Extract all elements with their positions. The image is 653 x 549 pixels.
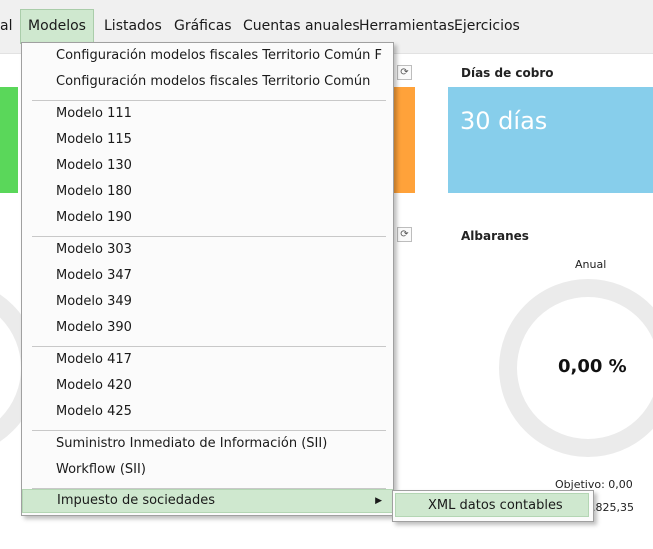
menu-listados[interactable]: Listados [104, 10, 162, 43]
menu-cuentas-anuales[interactable]: Cuentas anuales [243, 10, 360, 43]
albaranes-amount: .825,35 [592, 501, 634, 514]
menu-modelos[interactable]: Modelos [20, 9, 94, 44]
menu-herramientas[interactable]: Herramientas [359, 10, 454, 43]
menu-item-modelo-115[interactable]: Modelo 115 [22, 127, 393, 153]
menu-item-modelo-417[interactable]: Modelo 417 [22, 347, 393, 373]
menu-item-modelo-180[interactable]: Modelo 180 [22, 179, 393, 205]
menu-item-modelo-349[interactable]: Modelo 349 [22, 289, 393, 315]
menu-item-modelo-303[interactable]: Modelo 303 [22, 237, 393, 263]
menu-item-modelo-130[interactable]: Modelo 130 [22, 153, 393, 179]
menu-item-modelo-420[interactable]: Modelo 420 [22, 373, 393, 399]
dias-cobro-title: Días de cobro [461, 66, 554, 80]
menu-item-modelo-347[interactable]: Modelo 347 [22, 263, 393, 289]
menu-item-sii[interactable]: Suministro Inmediato de Información (SII… [22, 431, 393, 457]
menu-item-xml-datos-contables[interactable]: XML datos contables [395, 493, 589, 517]
menu-item-config-territorio-comun[interactable]: Configuración modelos fiscales Territori… [22, 69, 393, 95]
refresh-icon[interactable]: ⟳ [397, 227, 412, 242]
menu-item-modelo-190[interactable]: Modelo 190 [22, 205, 393, 231]
menu-item-modelo-390[interactable]: Modelo 390 [22, 315, 393, 341]
menu-ejercicios[interactable]: Ejercicios [454, 10, 520, 43]
menu-item-modelo-111[interactable]: Modelo 111 [22, 101, 393, 127]
modelos-dropdown: Configuración modelos fiscales Territori… [21, 42, 394, 516]
menu-item-modelo-425[interactable]: Modelo 425 [22, 399, 393, 425]
menu-item-impuesto-sociedades-label: Impuesto de sociedades [57, 493, 216, 508]
albaranes-title: Albaranes [461, 229, 529, 243]
dias-cobro-tile: 30 días [448, 87, 653, 193]
impuesto-sociedades-submenu: XML datos contables [392, 490, 594, 522]
green-kpi-tile [0, 87, 18, 193]
refresh-icon[interactable]: ⟳ [397, 65, 412, 80]
menu-item-impuesto-sociedades[interactable]: Impuesto de sociedades ▶ [22, 489, 393, 513]
dias-cobro-value: 30 días [460, 107, 548, 135]
menu-item-config-territorio-comun-f[interactable]: Configuración modelos fiscales Territori… [22, 43, 393, 69]
menu-general[interactable]: al [0, 10, 12, 43]
albaranes-percent: 0,00 % [558, 356, 627, 377]
menu-graficas[interactable]: Gráficas [174, 10, 232, 43]
chevron-right-icon: ▶ [375, 496, 382, 506]
orange-kpi-tile [392, 87, 415, 193]
menu-item-workflow-sii[interactable]: Workflow (SII) [22, 457, 393, 483]
